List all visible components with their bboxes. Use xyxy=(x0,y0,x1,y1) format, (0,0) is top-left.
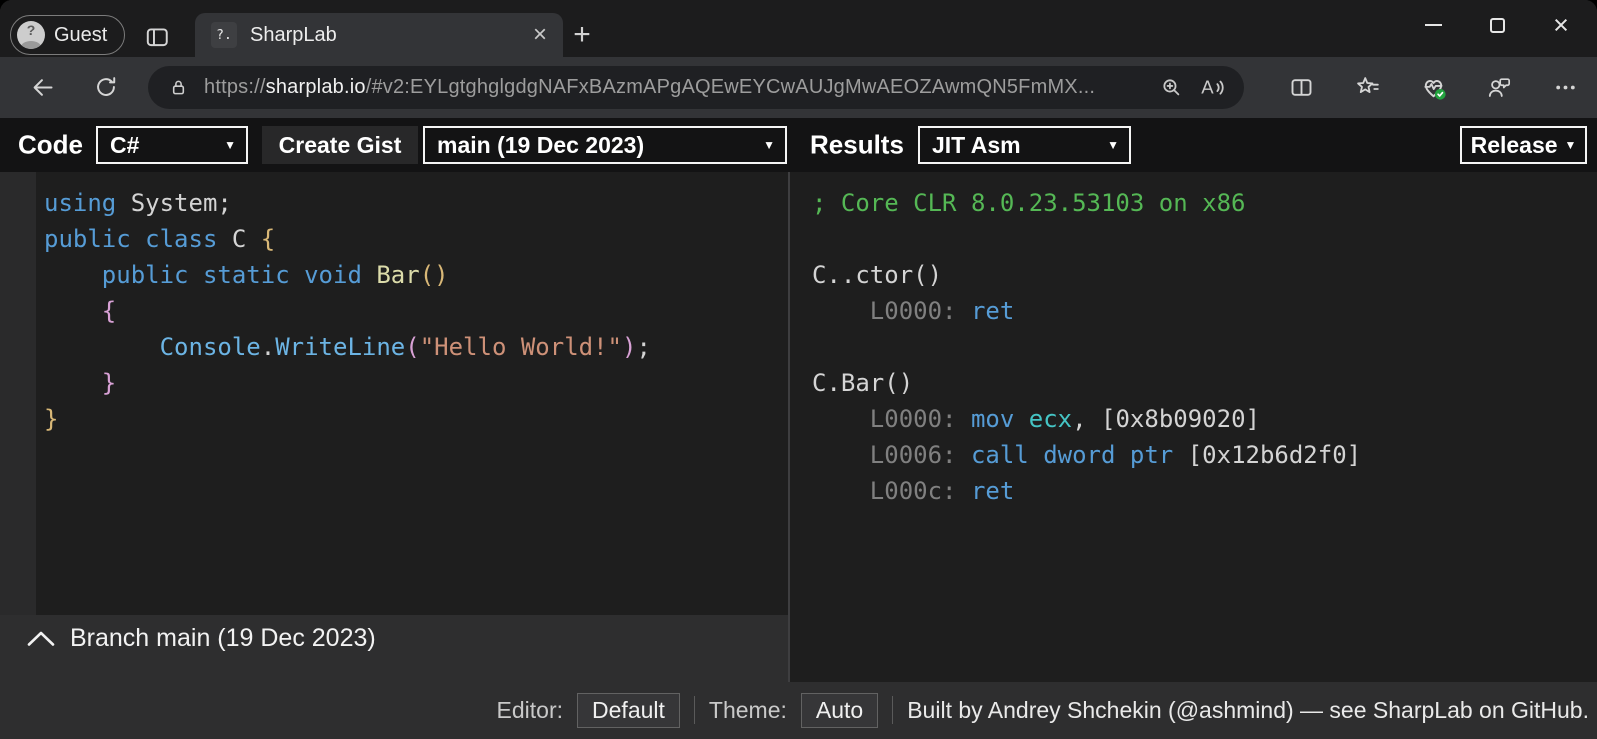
theme-setting-button[interactable]: Auto xyxy=(801,693,878,728)
avatar-question-glyph: ? xyxy=(17,22,45,38)
chevron-down-icon: ▼ xyxy=(763,138,775,152)
url-text: https://sharplab.io/#v2:EYLgtghglgdgNAFx… xyxy=(204,76,1144,99)
chevron-up-icon xyxy=(26,630,56,647)
editor-setting-button[interactable]: Default xyxy=(577,693,680,728)
code-line: L0000: mov ecx, [0x8b09020] xyxy=(812,401,1597,437)
credits-prefix: Built by xyxy=(907,697,988,723)
tab-actions-button[interactable] xyxy=(140,20,174,54)
code-line: L000c: ret xyxy=(812,473,1597,509)
window-controls: × xyxy=(1401,4,1593,46)
sharplab-header: Code C# ▼ Create Gist main (19 Dec 2023)… xyxy=(0,118,1597,172)
profile-label: Guest xyxy=(54,24,107,47)
browser-window: ? Guest ?. SharpLab × + × xyxy=(0,0,1597,739)
maximize-button[interactable] xyxy=(1465,4,1529,46)
profile-button[interactable]: ? Guest xyxy=(10,15,125,55)
credits-suffix: . xyxy=(1583,697,1589,723)
chevron-down-icon: ▼ xyxy=(1565,138,1577,152)
code-line xyxy=(812,329,1597,365)
tab-actions-icon xyxy=(144,24,170,50)
zoom-in-icon[interactable] xyxy=(1159,75,1184,100)
results-mode-value: JIT Asm xyxy=(932,132,1021,159)
minimize-button[interactable] xyxy=(1401,4,1465,46)
close-button[interactable]: × xyxy=(1529,4,1593,46)
build-mode-value: Release xyxy=(1471,132,1558,159)
url-domain: sharplab.io xyxy=(266,76,366,98)
credits-separator: — see xyxy=(1294,697,1373,723)
code-line: C.Bar() xyxy=(812,365,1597,401)
split-screen-button[interactable] xyxy=(1281,67,1321,107)
code-line: L0000: ret xyxy=(812,293,1597,329)
feedback-icon xyxy=(1486,74,1513,101)
code-line: } xyxy=(44,365,788,401)
sharplab-favicon: ?. xyxy=(211,22,237,48)
code-line: } xyxy=(44,401,788,437)
code-line: public static void Bar() xyxy=(44,257,788,293)
footer-divider xyxy=(694,696,695,724)
title-bar: ? Guest ?. SharpLab × + × xyxy=(0,0,1597,57)
browser-toolbar: https://sharplab.io/#v2:EYLgtghglgdgNAFx… xyxy=(0,57,1597,118)
app-footer: Editor: Default Theme: Auto Built by And… xyxy=(497,690,1589,730)
toolbar-icon-group xyxy=(1281,67,1585,107)
code-editor[interactable]: using System;public class C { public sta… xyxy=(36,172,788,615)
more-menu-button[interactable] xyxy=(1545,67,1585,107)
more-icon xyxy=(1552,74,1579,101)
lock-icon[interactable] xyxy=(168,77,189,98)
branch-details-expander[interactable]: Branch main (19 Dec 2023) xyxy=(0,615,788,661)
favorites-button[interactable] xyxy=(1347,67,1387,107)
browser-essentials-button[interactable] xyxy=(1413,67,1453,107)
code-line: public class C { xyxy=(44,221,788,257)
chevron-down-icon: ▼ xyxy=(1107,138,1119,152)
split-screen-icon xyxy=(1288,74,1315,101)
code-label: Code xyxy=(18,130,83,161)
favorites-icon xyxy=(1354,74,1381,101)
tab-title: SharpLab xyxy=(250,24,518,47)
minimize-icon xyxy=(1425,24,1442,26)
branch-value: main (19 Dec 2023) xyxy=(437,132,644,159)
svg-text:A: A xyxy=(1201,77,1214,98)
refresh-button[interactable] xyxy=(86,67,126,107)
footer-divider xyxy=(892,696,893,724)
feedback-button[interactable] xyxy=(1479,67,1519,107)
editor-gutter xyxy=(0,172,36,615)
editor-setting-label: Editor: xyxy=(497,697,563,724)
code-line: { xyxy=(44,293,788,329)
theme-setting-label: Theme: xyxy=(709,697,787,724)
credits: Built by Andrey Shchekin (@ashmind) — se… xyxy=(907,697,1589,724)
code-line: C..ctor() xyxy=(812,257,1597,293)
address-bar[interactable]: https://sharplab.io/#v2:EYLgtghglgdgNAFx… xyxy=(148,66,1244,109)
build-mode-select[interactable]: Release ▼ xyxy=(1460,126,1587,164)
read-aloud-icon[interactable]: A xyxy=(1199,74,1226,101)
browser-essentials-icon xyxy=(1419,73,1448,102)
results-output[interactable]: ; Core CLR 8.0.23.53103 on x86 C..ctor()… xyxy=(788,172,1597,682)
back-icon xyxy=(29,74,56,101)
chevron-down-icon: ▼ xyxy=(224,138,236,152)
author-link[interactable]: Andrey Shchekin (@ashmind) xyxy=(988,697,1294,723)
back-button[interactable] xyxy=(22,67,62,107)
code-line xyxy=(812,221,1597,257)
code-editor-content: using System;public class C { public sta… xyxy=(36,172,788,437)
new-tab-button[interactable]: + xyxy=(566,19,598,51)
code-line: ; Core CLR 8.0.23.53103 on x86 xyxy=(812,185,1597,221)
close-icon: × xyxy=(1553,12,1569,39)
branch-bar-label: Branch main (19 Dec 2023) xyxy=(70,624,376,653)
browser-tab[interactable]: ?. SharpLab × xyxy=(195,13,563,57)
results-output-content: ; Core CLR 8.0.23.53103 on x86 C..ctor()… xyxy=(790,172,1597,509)
language-select[interactable]: C# ▼ xyxy=(96,126,248,164)
branch-select[interactable]: main (19 Dec 2023) ▼ xyxy=(423,126,787,164)
url-path: /#v2:EYLgtghglgdgNAFxBAzmAPgAQEwEYCwAUJg… xyxy=(366,76,1095,98)
create-gist-button[interactable]: Create Gist xyxy=(262,126,418,164)
url-scheme: https:// xyxy=(204,76,266,98)
code-line: Console.WriteLine("Hello World!"); xyxy=(44,329,788,365)
results-label: Results xyxy=(810,130,904,161)
refresh-icon xyxy=(93,74,119,100)
code-line: using System; xyxy=(44,185,788,221)
repo-link[interactable]: SharpLab on GitHub xyxy=(1373,697,1583,723)
maximize-icon xyxy=(1490,18,1505,33)
tab-close-button[interactable]: × xyxy=(531,23,549,47)
guest-avatar-icon: ? xyxy=(17,21,45,49)
code-line: L0006: call dword ptr [0x12b6d2f0] xyxy=(812,437,1597,473)
results-mode-select[interactable]: JIT Asm ▼ xyxy=(918,126,1131,164)
language-value: C# xyxy=(110,132,139,159)
